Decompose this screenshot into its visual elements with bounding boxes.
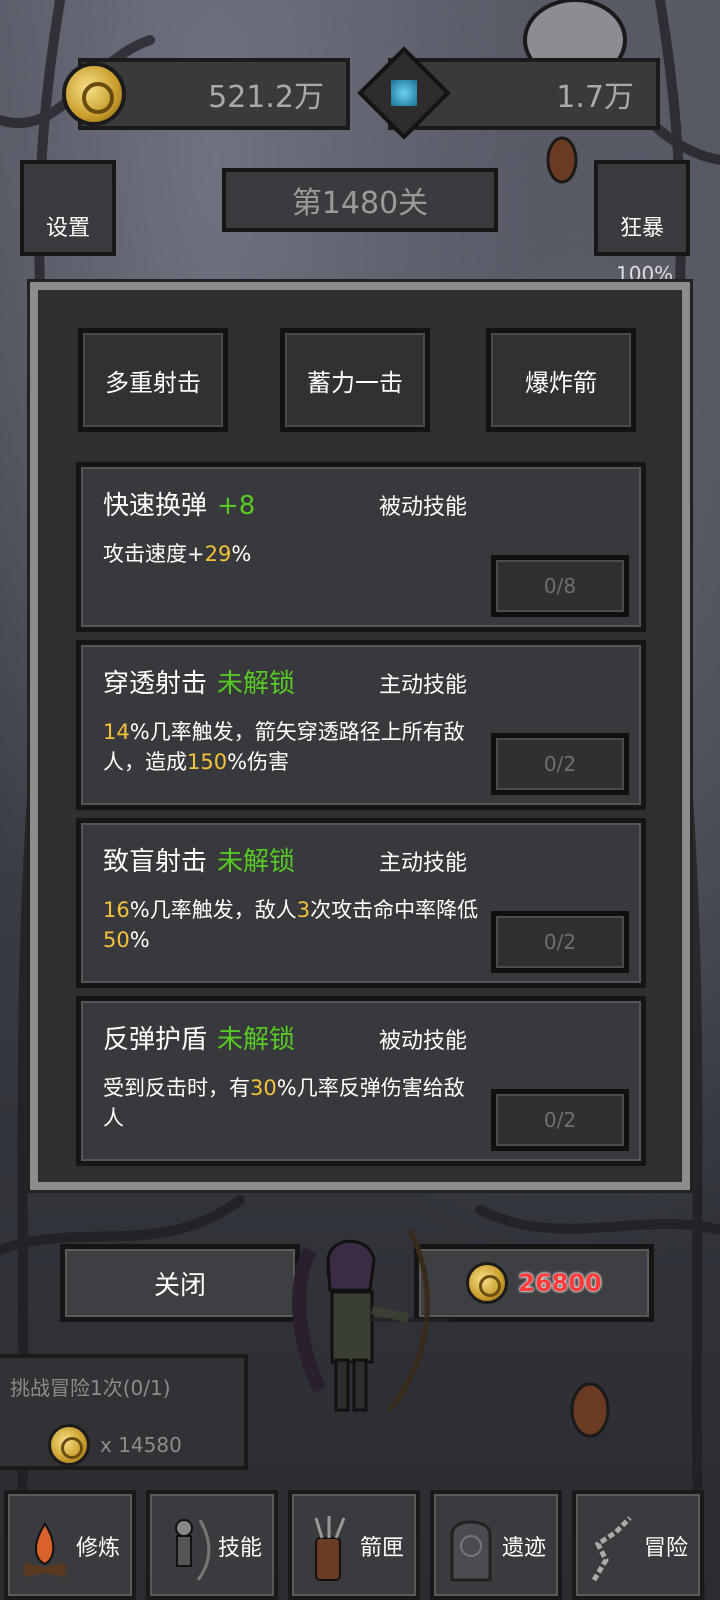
- skill-card-blinding-shot: 致盲射击 未解锁 主动技能 16%几率触发，敌人3次攻击命中率降低50% 0/2: [76, 818, 646, 988]
- tab-label: 蓄力一击: [307, 368, 403, 397]
- nav-ruins[interactable]: 遗迹: [430, 1490, 562, 1600]
- level-label: 第1480关: [291, 186, 429, 221]
- skill-progress: 0/2: [543, 930, 577, 954]
- quiver-icon: [314, 1516, 346, 1581]
- quest-reward-amount: x 14580: [100, 1433, 182, 1457]
- rage-label: 狂暴: [619, 216, 664, 241]
- skill-upgrade-dialog: 多重射击 蓄力一击 爆炸箭 快速换弹 +8 被动技能 攻击速度+29% 0/8 穿…: [30, 282, 690, 1190]
- settings-button[interactable]: 设置: [20, 160, 116, 256]
- skill-description: 16%几率触发，敌人3次攻击命中率降低50%: [103, 898, 479, 952]
- quest-title: 挑战冒险1次(0/1): [10, 1376, 171, 1400]
- skill-upgrade-button[interactable]: 0/2: [491, 733, 629, 795]
- skill-upgrade-button[interactable]: 0/8: [491, 555, 629, 617]
- nav-label: 遗迹: [501, 1536, 546, 1561]
- nav-label: 冒险: [643, 1536, 688, 1561]
- skill-upgrade-button[interactable]: 0/2: [491, 911, 629, 973]
- nav-label: 技能: [217, 1536, 262, 1561]
- gold-coin-icon: [62, 62, 126, 126]
- tab-multishot[interactable]: 多重射击: [78, 328, 228, 432]
- archer-hero-sprite: [292, 1230, 450, 1412]
- skill-name: 反弹护盾 未解锁: [103, 1025, 296, 1055]
- skill-description: 14%几率触发，箭矢穿透路径上所有敌人，造成150%伤害: [103, 720, 465, 774]
- skill-name: 穿透射击 未解锁: [103, 669, 296, 699]
- skill-description: 攻击速度+29%: [103, 542, 252, 566]
- tab-charged-shot[interactable]: 蓄力一击: [280, 328, 430, 432]
- nav-label: 修炼: [75, 1536, 120, 1561]
- ruins-icon: [450, 1520, 492, 1582]
- tab-explosive-arrow[interactable]: 爆炸箭: [486, 328, 636, 432]
- tab-label: 多重射击: [105, 368, 201, 397]
- gold-amount: 521.2万: [208, 80, 324, 115]
- close-button[interactable]: 关闭: [60, 1244, 300, 1322]
- skill-type: 被动技能: [379, 495, 468, 520]
- quest-panel[interactable]: 挑战冒险1次(0/1) x 14580: [0, 1354, 248, 1470]
- skill-card-piercing-shot: 穿透射击 未解锁 主动技能 14%几率触发，箭矢穿透路径上所有敌人，造成150%伤…: [76, 640, 646, 810]
- level-indicator: 第1480关: [222, 168, 498, 232]
- skill-name: 致盲射击 未解锁: [103, 847, 296, 877]
- nav-label: 箭匣: [359, 1536, 404, 1561]
- gem-amount: 1.7万: [556, 80, 634, 115]
- close-label: 关闭: [153, 1270, 206, 1301]
- skill-type: 被动技能: [379, 1029, 468, 1054]
- skill-status: 未解锁: [217, 669, 296, 699]
- nav-skills[interactable]: 技能: [146, 1490, 278, 1600]
- skill-status: 未解锁: [217, 847, 296, 877]
- nav-adventure[interactable]: 冒险: [572, 1490, 704, 1600]
- skill-progress: 0/8: [543, 574, 577, 598]
- rage-button[interactable]: 狂暴: [594, 160, 690, 256]
- gold-coin-icon: [466, 1262, 509, 1304]
- tab-label: 爆炸箭: [525, 368, 597, 397]
- archer-icon: [175, 1519, 211, 1581]
- quest-reward: x 14580: [48, 1424, 182, 1466]
- skill-name: 快速换弹 +8: [103, 491, 256, 521]
- nav-cultivate[interactable]: 修炼: [4, 1490, 136, 1600]
- nav-quiver[interactable]: 箭匣: [288, 1490, 420, 1600]
- skill-progress: 0/2: [543, 1108, 577, 1132]
- campfire-icon: [23, 1522, 67, 1577]
- skill-card-quick-reload: 快速换弹 +8 被动技能 攻击速度+29% 0/8: [76, 462, 646, 632]
- skill-upgrade-button[interactable]: 0/2: [491, 1089, 629, 1151]
- skill-progress: 0/2: [543, 752, 577, 776]
- skill-type: 主动技能: [379, 851, 468, 876]
- skill-card-reflect-shield: 反弹护盾 未解锁 被动技能 受到反击时，有30%几率反弹伤害给敌人 0/2: [76, 996, 646, 1166]
- path-icon: [591, 1516, 632, 1582]
- gold-coin-icon: [48, 1424, 90, 1466]
- settings-label: 设置: [45, 216, 90, 241]
- skill-status: +8: [217, 491, 256, 521]
- skill-type: 主动技能: [379, 673, 468, 698]
- skill-description: 受到反击时，有30%几率反弹伤害给敌人: [103, 1076, 465, 1130]
- price-label: 26800: [518, 1269, 602, 1297]
- skill-status: 未解锁: [217, 1025, 296, 1055]
